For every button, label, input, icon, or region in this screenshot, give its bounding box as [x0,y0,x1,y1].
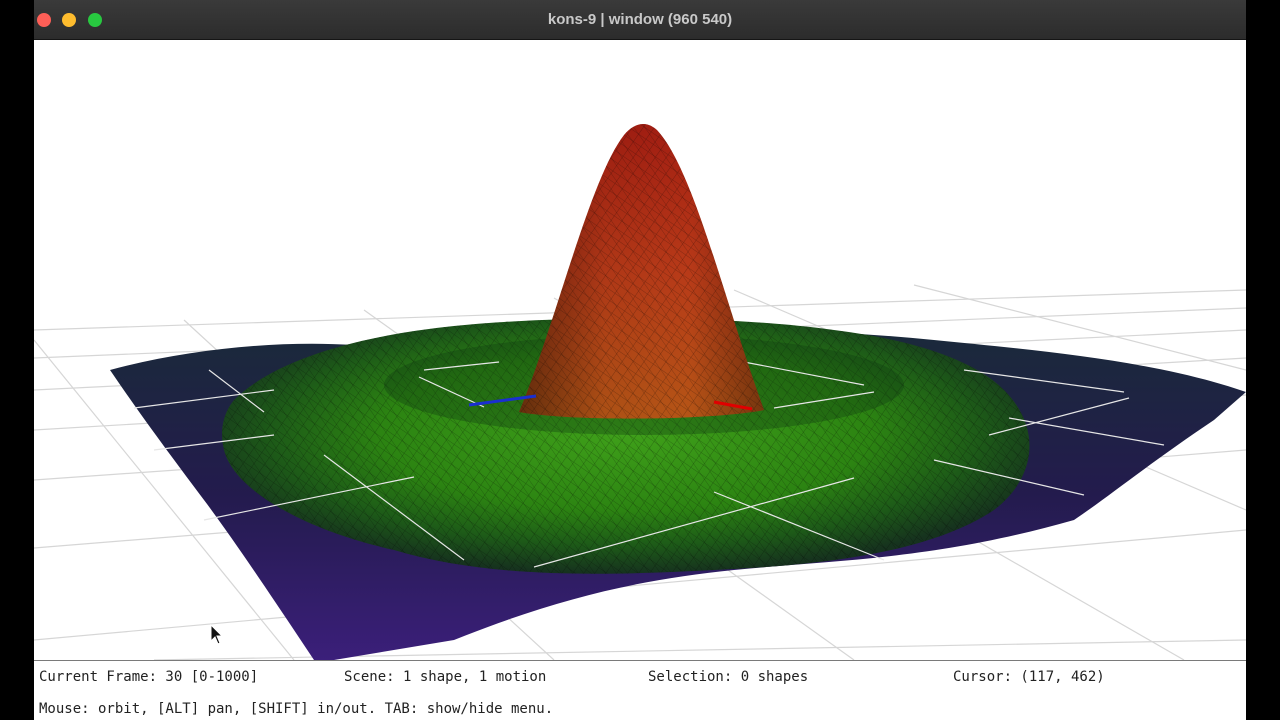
current-frame-readout: Current Frame: 30 [0-1000] [39,669,259,685]
selection-summary: Selection: 0 shapes [648,669,809,685]
3d-viewport[interactable] [34,40,1246,660]
status-bar: Current Frame: 30 [0-1000] Scene: 1 shap… [34,660,1246,720]
title-bar[interactable]: kons-9 | window (960 540) [34,0,1246,40]
app-window: kons-9 | window (960 540) Current Frame:… [34,0,1246,720]
window-title: kons-9 | window (960 540) [547,11,733,28]
scene-summary: Scene: 1 shape, 1 motion [344,669,547,685]
help-hint: Mouse: orbit, [ALT] pan, [SHIFT] in/out.… [39,701,554,717]
mouse-pointer-icon [210,624,224,645]
cursor-readout: Cursor: (117, 462) [953,669,1105,685]
scene-render[interactable] [34,40,1246,660]
